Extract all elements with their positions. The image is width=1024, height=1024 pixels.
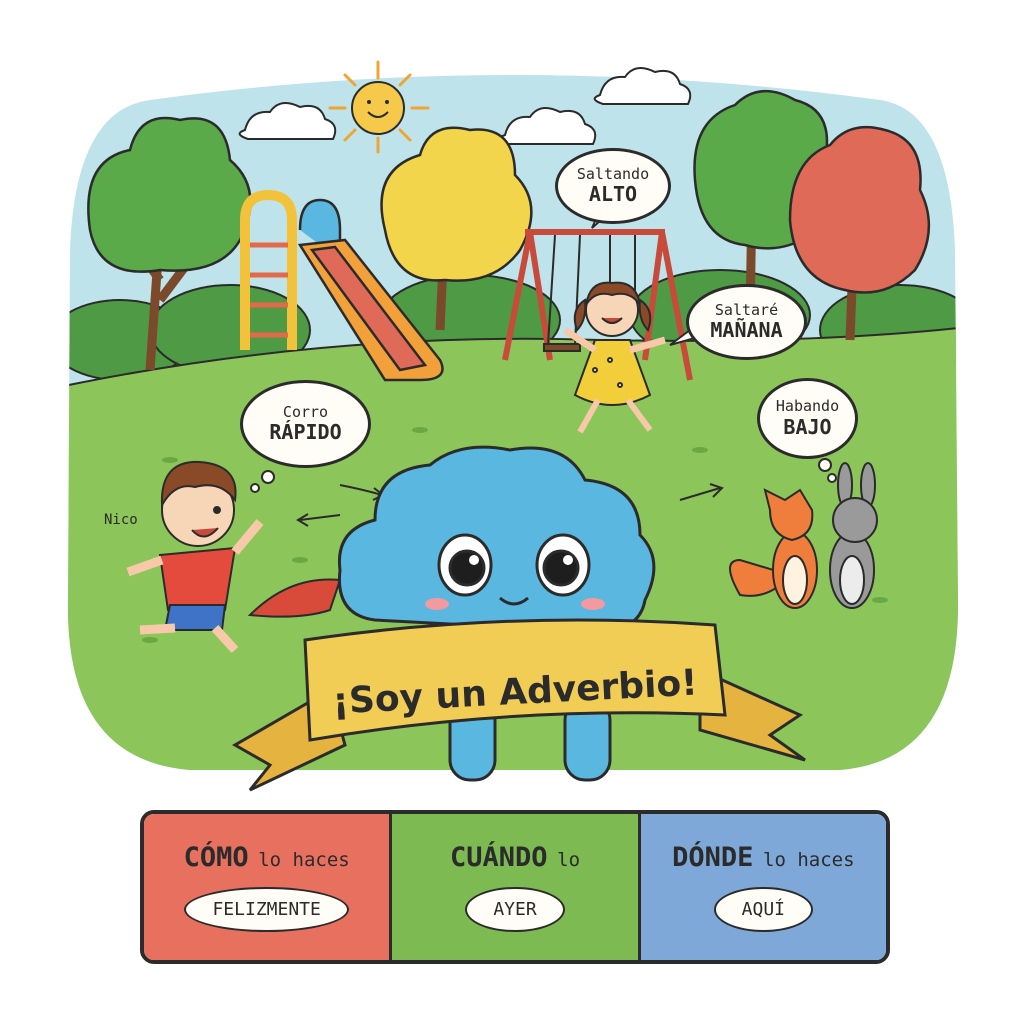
example-pill: AYER — [465, 887, 565, 932]
character-name-label: Nico — [104, 512, 138, 528]
example-pill: AQUÍ — [713, 887, 813, 932]
bubble-line2: RÁPIDO — [269, 420, 342, 445]
speech-bubble-manana: Saltaré MAÑANA — [686, 284, 807, 360]
bubble-line1: Habando — [775, 397, 840, 416]
bubble-line2: ALTO — [588, 182, 638, 207]
cell-title: DÓNDE lo haces — [672, 842, 854, 873]
cell-cuando: CUÁNDO lo AYER — [389, 814, 638, 960]
cell-donde: DÓNDE lo haces AQUÍ — [637, 814, 886, 960]
cell-question-rest: lo haces — [258, 849, 350, 871]
bubble-line2: MAÑANA — [710, 318, 783, 343]
cell-title: CÓMO lo haces — [184, 842, 350, 873]
bubble-line2: BAJO — [783, 414, 832, 439]
cell-question-word: CÓMO — [183, 842, 249, 873]
example-pill: FELIZMENTE — [184, 887, 349, 932]
cell-question-rest: lo — [557, 849, 581, 871]
speech-bubble-alto: Saltando ALTO — [555, 148, 671, 224]
cell-question-word: CUÁNDO — [449, 842, 548, 873]
bubble-line1: Saltaré — [714, 300, 779, 319]
bubble-line1: Saltando — [576, 164, 650, 183]
cell-question-word: DÓNDE — [672, 842, 754, 873]
cell-title: CUÁNDO lo — [450, 842, 580, 873]
speech-bubble-rapido: Corro RÁPIDO — [240, 380, 371, 468]
cell-como: CÓMO lo haces FELIZMENTE — [144, 814, 390, 960]
cell-question-rest: lo haces — [763, 849, 855, 871]
adverb-types-panel: CÓMO lo haces FELIZMENTE CUÁNDO lo AYER … — [140, 810, 890, 964]
speech-bubble-bajo: Habando BAJO — [757, 378, 858, 459]
bubble-line1: Corro — [282, 402, 329, 421]
